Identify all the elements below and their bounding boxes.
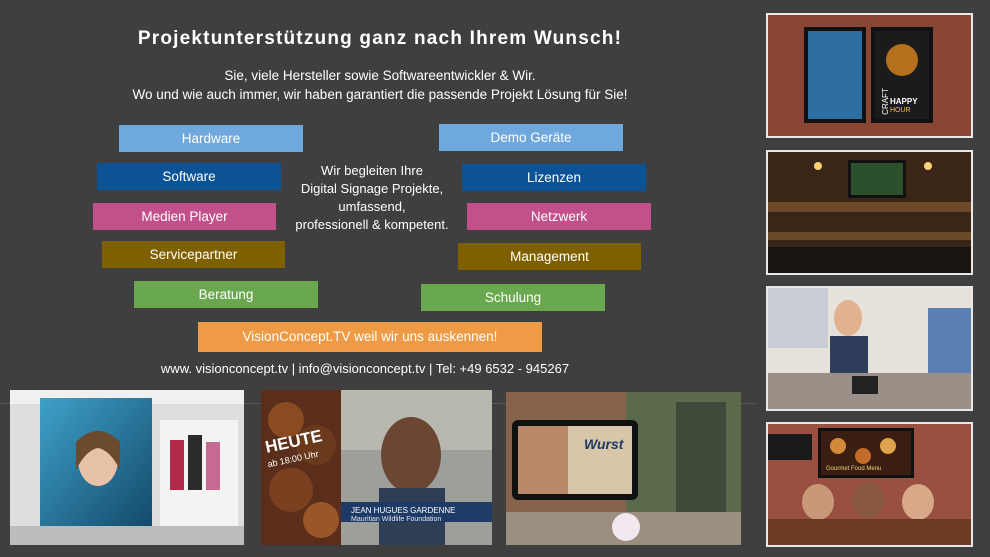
- tag-servicepartner[interactable]: Servicepartner: [102, 241, 285, 268]
- photo-food-and-video: HEUTE ab 18:00 Uhr JEAN HUGUES GARDENNE …: [261, 390, 492, 545]
- name-caption: JEAN HUGUES GARDENNE: [351, 506, 456, 515]
- tag-schulung[interactable]: Schulung: [421, 284, 605, 311]
- tag-demo-geraete[interactable]: Demo Geräte: [439, 124, 623, 151]
- happy-text: HAPPY: [890, 97, 918, 106]
- craft-text: CRAFT: [880, 88, 890, 115]
- subtitle-line-1: Sie, viele Hersteller sowie Softwareentw…: [224, 68, 536, 83]
- tag-netzwerk[interactable]: Netzwerk: [467, 203, 651, 230]
- photo-outdoor-screen: Wurst: [506, 392, 741, 545]
- center-line-4: professionell & kompetent.: [295, 217, 449, 232]
- menu-text: Gourmet Food Menu: [826, 466, 882, 472]
- wurst-text: Wurst: [584, 436, 624, 452]
- page-title: Projektunterstützung ganz nach Ihrem Wun…: [137, 28, 623, 49]
- center-line-1: Wir begleiten Ihre: [321, 163, 423, 178]
- hour-text: HOUR: [890, 107, 911, 114]
- photo-mall-display: [10, 390, 244, 545]
- tag-lizenzen[interactable]: Lizenzen: [462, 164, 646, 191]
- photo-bar: [766, 150, 973, 275]
- center-line-2: Digital Signage Projekte,: [300, 181, 444, 196]
- tag-medien-player[interactable]: Medien Player: [93, 203, 276, 230]
- photo-cafe: [766, 286, 973, 411]
- photo-wall-displays: CRAFT HAPPY HOUR: [766, 13, 973, 138]
- tag-hardware[interactable]: Hardware: [119, 125, 303, 152]
- tag-management[interactable]: Management: [458, 243, 641, 270]
- photo-restaurant: Gourmet Food Menu: [766, 422, 973, 547]
- page-subtitle: Sie, viele Hersteller sowie Softwareentw…: [0, 66, 760, 104]
- tag-beratung[interactable]: Beratung: [134, 281, 318, 308]
- contact-line[interactable]: www. visionconcept.tv | info@visionconce…: [0, 361, 730, 376]
- center-line-3: umfassend,: [338, 199, 406, 214]
- tag-software[interactable]: Software: [97, 163, 281, 190]
- name-sub: Mauritian Wildlife Foundation: [351, 516, 442, 523]
- subtitle-line-2: Wo und wie auch immer, wir haben garanti…: [132, 87, 628, 102]
- center-statement: Wir begleiten Ihre Digital Signage Proje…: [288, 162, 456, 234]
- cta-banner[interactable]: VisionConcept.TV weil wir uns auskennen!: [198, 322, 542, 352]
